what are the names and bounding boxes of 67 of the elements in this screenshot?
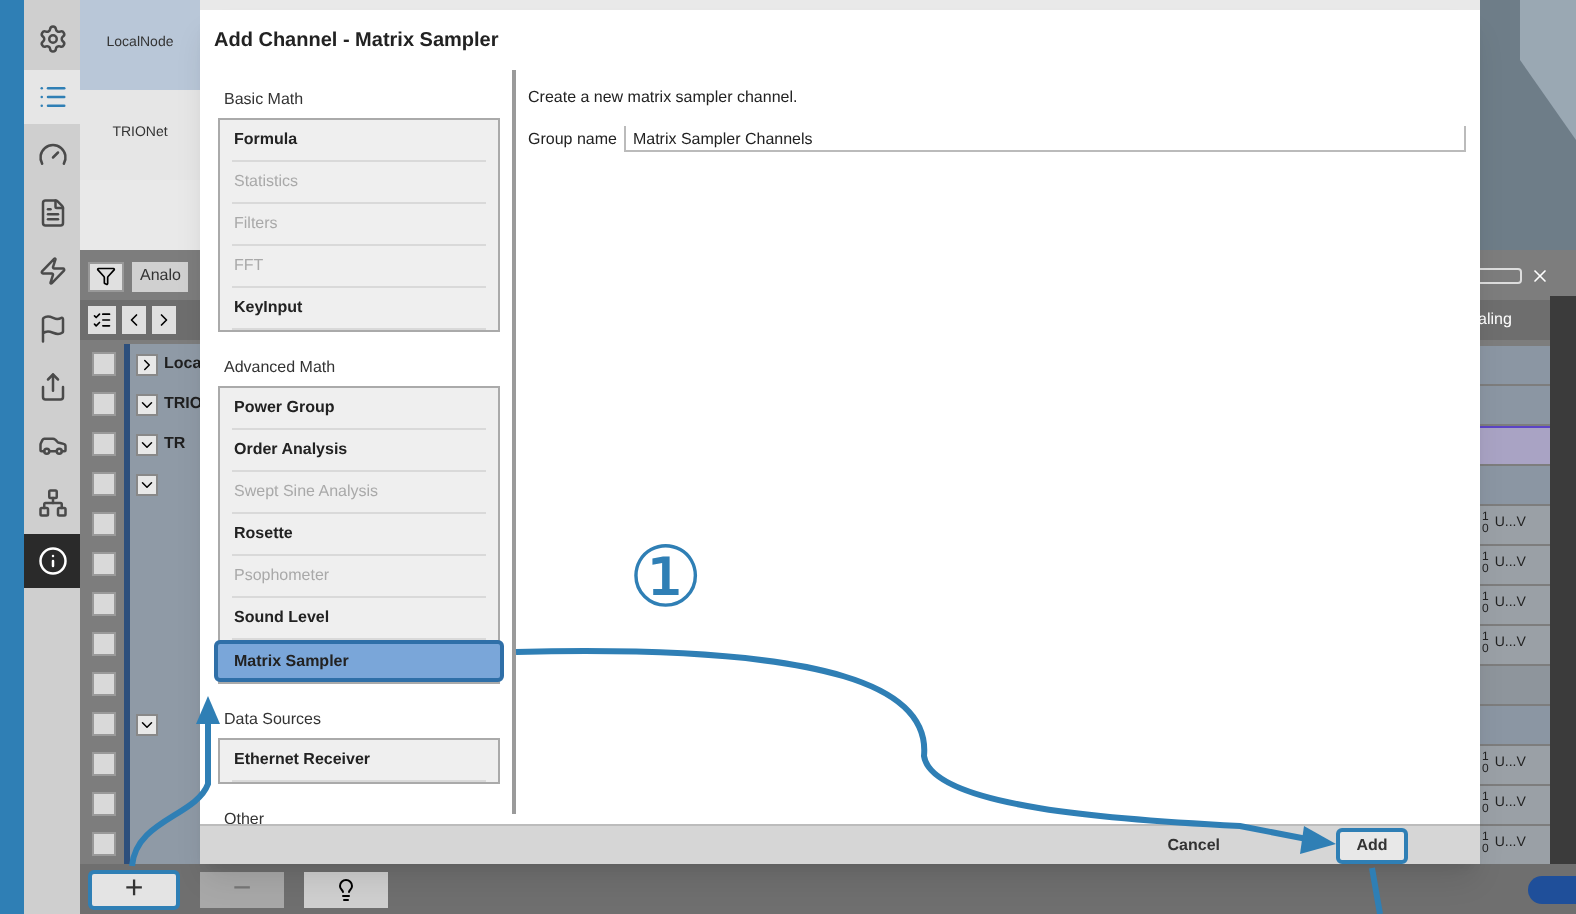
group-heading: Advanced Math [224,356,336,380]
row-checkbox[interactable] [92,472,116,496]
expand-toggle[interactable] [136,713,158,735]
row-checkbox[interactable] [92,632,116,656]
flag-icon [37,314,67,344]
column-header: aling [1478,308,1514,332]
info-icon [37,546,67,576]
row-checkbox[interactable] [92,512,116,536]
previous-button[interactable] [122,306,146,334]
row-checkbox[interactable] [92,832,116,856]
channel-type-item[interactable]: Power Group [232,388,486,430]
cancel-button[interactable]: Cancel [1167,833,1220,857]
row-checkbox[interactable] [92,672,116,696]
sidebar-tab[interactable] [24,534,80,588]
filter-icon [96,266,116,286]
share-icon [37,372,67,402]
tree-label: TRIO [164,392,203,416]
table-cell [1478,465,1550,503]
channel-type-item[interactable]: Rosette [232,514,486,556]
lightbulb-icon [334,877,358,901]
channel-type-item[interactable]: KeyInput [232,288,486,330]
row-checkbox[interactable] [92,592,116,616]
table-cell [1478,385,1550,423]
gauge-icon [37,140,67,170]
channel-type-item[interactable]: Order Analysis [232,430,486,472]
row-checkbox[interactable] [92,392,116,416]
row-checkbox[interactable] [92,752,116,776]
group-name-field[interactable]: Matrix Sampler Channels [624,126,1466,152]
group-heading: Basic Math [224,88,304,112]
light-button[interactable] [304,871,388,907]
expand-toggle[interactable] [136,393,158,415]
chevron-right-icon [138,355,156,373]
step-number: ① [628,536,704,620]
table-cell [1478,425,1550,463]
expand-toggle[interactable] [136,353,158,375]
next-button[interactable] [152,306,176,334]
list-icon [37,82,67,112]
close-icon[interactable] [1530,266,1550,286]
row-checkbox[interactable] [92,792,116,816]
dialog-description: Create a new matrix sampler channel. [528,86,800,110]
group-heading: Data Sources [224,708,321,732]
expand-toggle[interactable] [136,473,158,495]
channel-type-item[interactable]: Formula [232,120,486,162]
row-checkbox[interactable] [92,712,116,736]
dialog-title: Add Channel - Matrix Sampler [214,27,499,55]
channel-type-item[interactable]: Matrix Sampler [214,640,504,682]
logo-icon [1520,0,1576,140]
hierarchy-icon [37,488,67,518]
lightning-icon [37,256,67,286]
settings-icon [37,24,67,54]
group-heading: Other [224,808,265,824]
row-checkbox[interactable] [92,432,116,456]
add-channel-button[interactable]: + [88,869,180,909]
filter-tab[interactable]: Analo [132,261,189,291]
report-icon [37,198,67,228]
connector-line [1369,867,1383,914]
table-cell [1478,345,1550,383]
tree-label: Loca [164,352,202,376]
select-all-icon[interactable] [88,306,116,334]
filter-button[interactable] [88,261,124,291]
row-checkbox[interactable] [92,352,116,376]
expand-toggle[interactable] [136,433,158,455]
tree-label: TR [164,432,186,456]
row-checkbox[interactable] [92,552,116,576]
add-button[interactable]: Add [1336,827,1408,863]
table-cell [1478,705,1550,743]
field-label: Group name [528,127,617,151]
